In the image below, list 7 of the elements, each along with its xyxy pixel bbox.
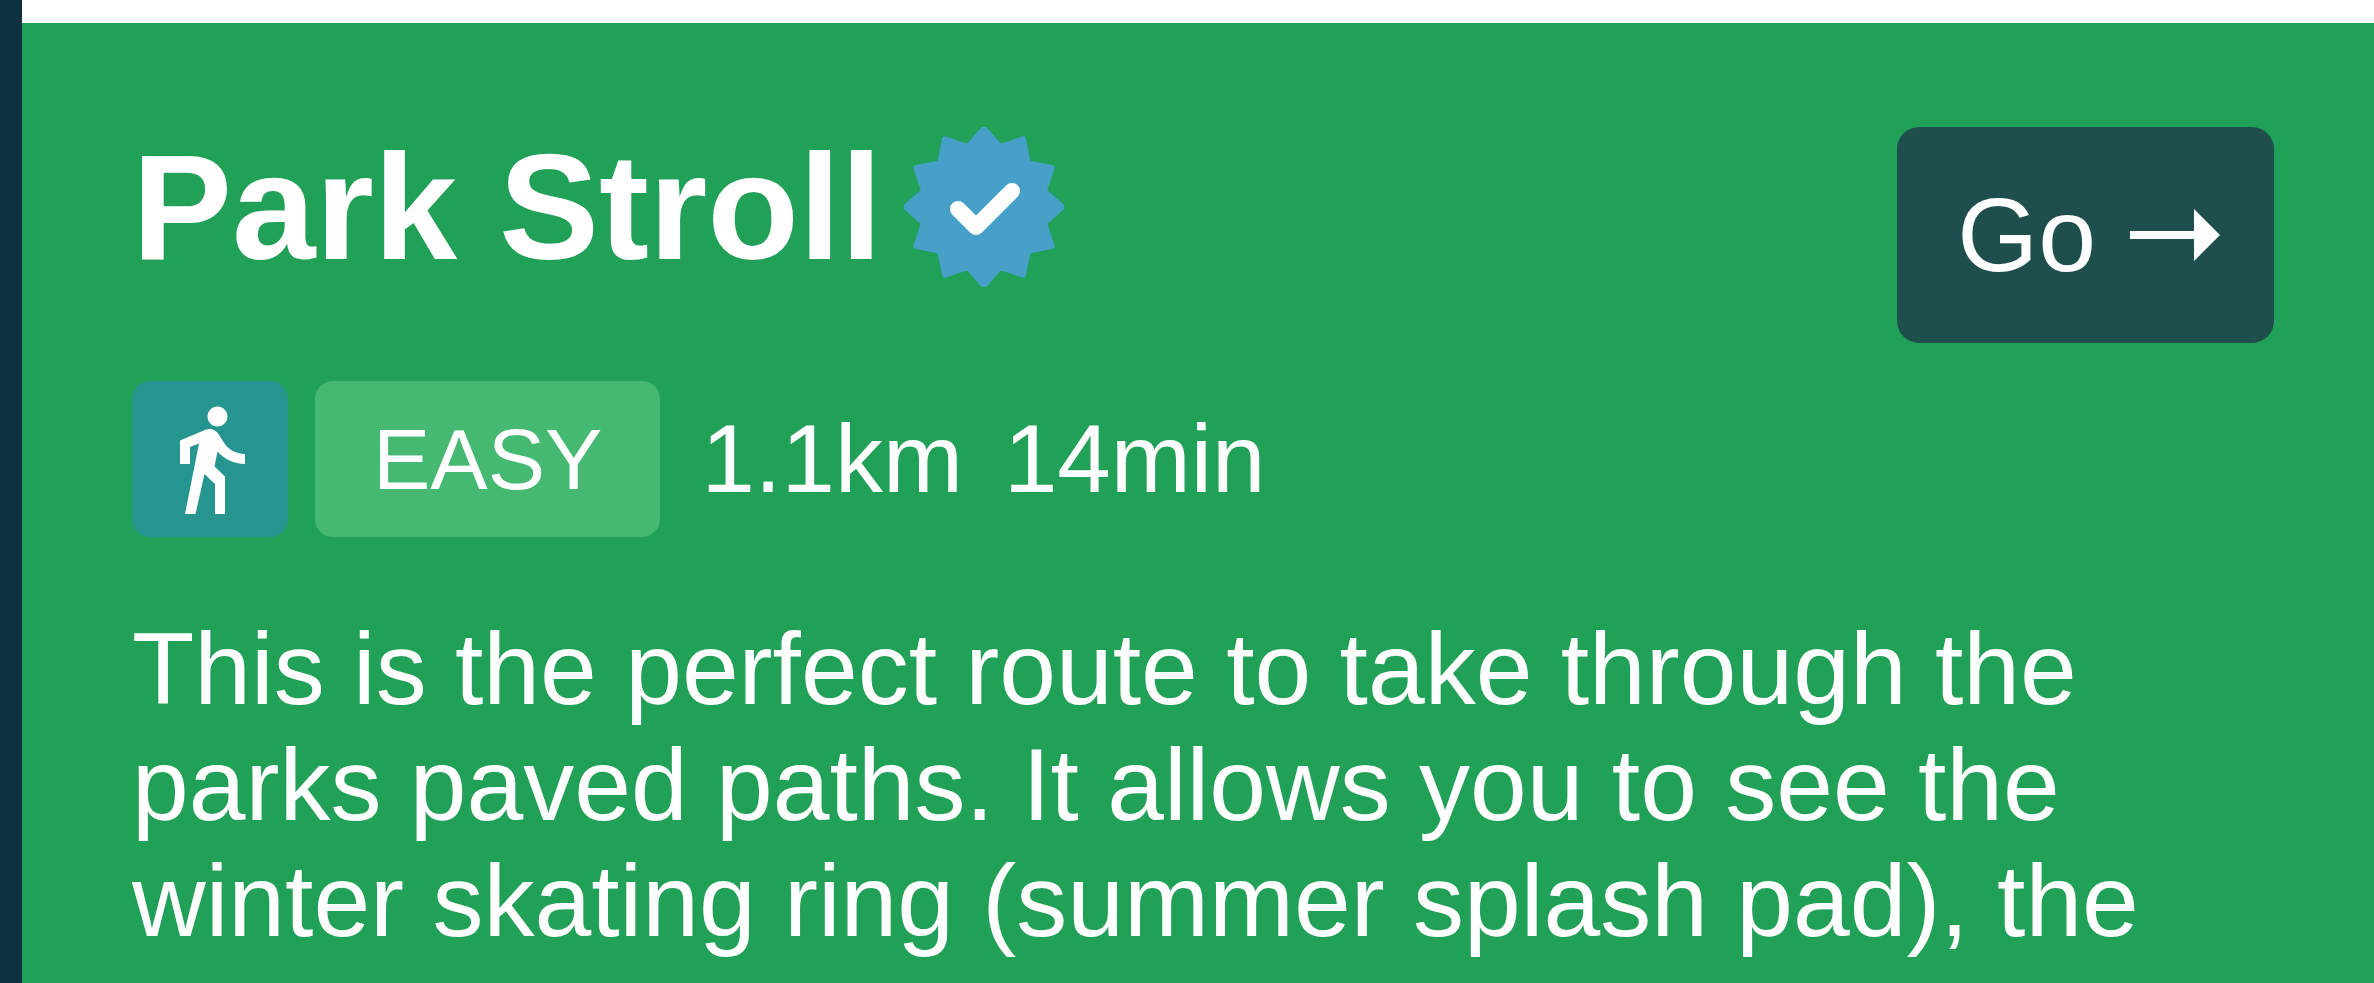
difficulty-tag: EASY (315, 381, 661, 537)
distance-text: 1.1km (701, 404, 963, 514)
duration-text: 14min (1003, 404, 1266, 514)
go-button[interactable]: Go (1897, 127, 2274, 343)
route-title: Park Stroll (132, 132, 883, 282)
arrow-right-icon (2130, 207, 2222, 263)
route-description: This is the perfect route to take through the parks paved paths. It allows you to see the winter skating ring (summer splash pad), the (132, 611, 2140, 959)
